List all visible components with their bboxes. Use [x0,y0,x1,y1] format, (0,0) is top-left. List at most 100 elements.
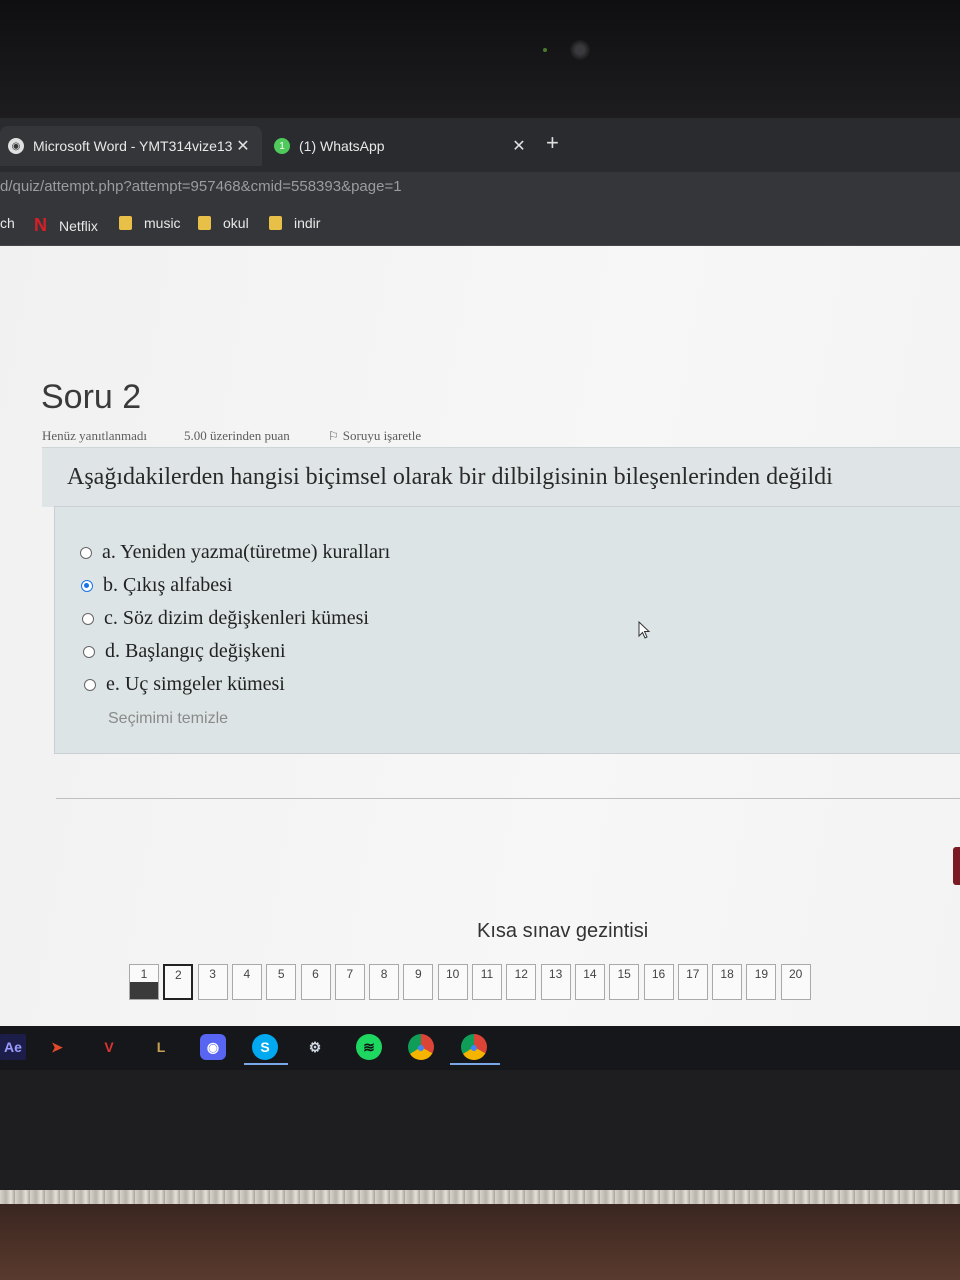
monitor-bezel-top [0,0,960,118]
answer-option-e[interactable]: e. Uç simgeler kümesi [84,673,285,696]
content-divider [56,798,960,799]
radio-button[interactable] [82,612,94,625]
quiz-nav-button-19[interactable]: 19 [746,964,777,1000]
quiz-nav-button-8[interactable]: 8 [369,964,400,1000]
quiz-nav-button-4[interactable]: 4 [231,964,262,1000]
answer-label: d. Başlangıç değişkeni [105,640,286,662]
chrome-active-indicator [450,1063,500,1065]
globe-icon: ◉ [8,138,24,154]
quiz-nav-button-12[interactable]: 12 [506,964,537,1000]
quiz-nav-label: 12 [514,967,528,981]
quiz-nav-button-3[interactable]: 3 [197,964,228,1000]
quiz-nav-button-11[interactable]: 11 [472,964,502,1000]
answer-option-b[interactable]: b. Çıkış alfabesi [81,574,232,597]
new-tab-button[interactable]: + [546,130,559,156]
folder-icon [269,216,282,230]
folder-icon [119,216,132,230]
quiz-nav-label: 18 [720,967,734,981]
taskbar-spotify-icon[interactable]: ≋ [356,1034,382,1060]
quiz-nav-button-14[interactable]: 14 [574,964,605,1000]
quiz-nav-label: 1 [140,967,148,981]
bookmark-label: okul [223,215,249,231]
bookmark-search[interactable]: ch [0,215,15,231]
radio-button[interactable] [83,645,95,658]
url-input[interactable]: d/quiz/attempt.php?attempt=957468&cmid=5… [0,178,402,195]
taskbar-after-effects-icon[interactable]: Ae [0,1034,26,1060]
mouse-cursor-icon [638,621,651,639]
quiz-nav-button-10[interactable]: 10 [437,964,468,1000]
answer-label: b. Çıkış alfabesi [103,574,233,596]
taskbar-chrome-icon[interactable]: ● [461,1034,487,1060]
whatsapp-icon: 1 [274,138,290,154]
quiz-nav-label: 14 [583,967,597,981]
quiz-nav-label: 8 [380,967,388,981]
taskbar-league-icon[interactable]: L [148,1034,174,1060]
quiz-nav-label: 2 [174,968,182,982]
bookmark-okul[interactable]: okul [198,215,249,231]
folder-icon [198,216,211,230]
taskbar-steam-icon[interactable]: ⚙ [302,1034,328,1060]
taskbar-skype-icon[interactable]: S [252,1034,278,1060]
quiz-nav-button-13[interactable]: 13 [540,964,571,1000]
quiz-nav-button-2[interactable]: 2 [163,964,194,1000]
question-status: Henüz yanıtlanmadı [42,428,148,443]
flag-label: Soruyu işaretle [342,428,422,443]
desk-edge [0,1190,960,1204]
tab-title: (1) WhatsApp [299,138,385,154]
quiz-nav-button-5[interactable]: 5 [266,964,297,1000]
answer-option-d[interactable]: d. Başlangıç değişkeni [83,640,286,663]
tab-whatsapp[interactable]: 1 (1) WhatsApp ✕ [268,126,538,166]
quiz-nav-label: 6 [312,967,319,981]
bookmark-netflix[interactable]: N Netflix [34,215,98,236]
quiz-nav-label: 16 [651,967,666,981]
answer-label: a. Yeniden yazma(türetme) kuralları [102,541,391,563]
quiz-nav-button-17[interactable]: 17 [677,964,708,1000]
clear-choice-link[interactable]: Seçimimi temizle [108,710,228,728]
taskbar-vivaldi-icon[interactable]: V [96,1034,122,1060]
flag-question-link[interactable]: ⚐ Soruyu işaretle [328,428,421,444]
quiz-nav-button-7[interactable]: 7 [334,964,365,1000]
answer-option-a[interactable]: a. Yeniden yazma(türetme) kuralları [80,541,390,564]
quiz-nav-button-1[interactable]: 1 [129,964,159,1000]
taskbar-discord-icon[interactable]: ◉ [200,1034,226,1060]
answer-label: e. Uç simgeler kümesi [106,673,285,695]
quiz-nav-label: 3 [209,967,216,981]
quiz-nav-label: 10 [446,967,460,981]
flag-icon: ⚐ [328,429,339,443]
quiz-navigation-title: Kısa sınav gezintisi [477,920,649,942]
camera-led [543,48,547,52]
webcam [570,40,590,60]
tab-microsoft-word[interactable]: ◉ Microsoft Word - YMT314vize13 ✕ [0,126,262,166]
skype-active-indicator [244,1063,288,1065]
close-icon[interactable]: ✕ [508,136,530,156]
tab-title: Microsoft Word - YMT314vize13 [33,138,232,154]
taskbar-arrow-icon[interactable]: ➤ [44,1034,70,1060]
quiz-nav-label: 20 [789,967,803,981]
radio-button-selected[interactable] [81,579,93,592]
bookmark-label: indir [294,215,321,231]
bookmark-music[interactable]: music [119,215,181,231]
radio-button[interactable] [84,678,96,691]
quiz-nav-button-15[interactable]: 15 [609,964,640,1000]
question-points: 5.00 üzerinden puan [184,428,290,443]
netflix-icon: N [34,215,47,235]
bookmark-indir[interactable]: indir [269,215,320,231]
next-page-button[interactable] [953,847,960,885]
taskbar-chrome-icon[interactable]: ● [408,1034,434,1060]
quiz-nav-button-9[interactable]: 9 [403,964,434,1000]
quiz-nav-label: 19 [754,967,769,981]
bookmark-label: ch [0,215,15,231]
question-text: Aşağıdakilerden hangisi biçimsel olarak … [67,464,833,490]
quiz-nav-button-6[interactable]: 6 [300,964,331,1000]
close-icon[interactable]: ✕ [232,136,254,156]
radio-button[interactable] [80,546,92,559]
quiz-nav-label: 13 [548,967,563,981]
quiz-nav-button-18[interactable]: 18 [712,964,743,1000]
quiz-nav-button-20[interactable]: 20 [780,964,811,1000]
quiz-nav-label: 4 [243,967,251,981]
background-surface [0,1204,960,1280]
bookmark-label: music [144,215,181,231]
quiz-nav-button-16[interactable]: 16 [643,964,674,1000]
answer-option-c[interactable]: c. Söz dizim değişkenleri kümesi [82,607,369,630]
quiz-nav-label: 9 [415,967,422,981]
